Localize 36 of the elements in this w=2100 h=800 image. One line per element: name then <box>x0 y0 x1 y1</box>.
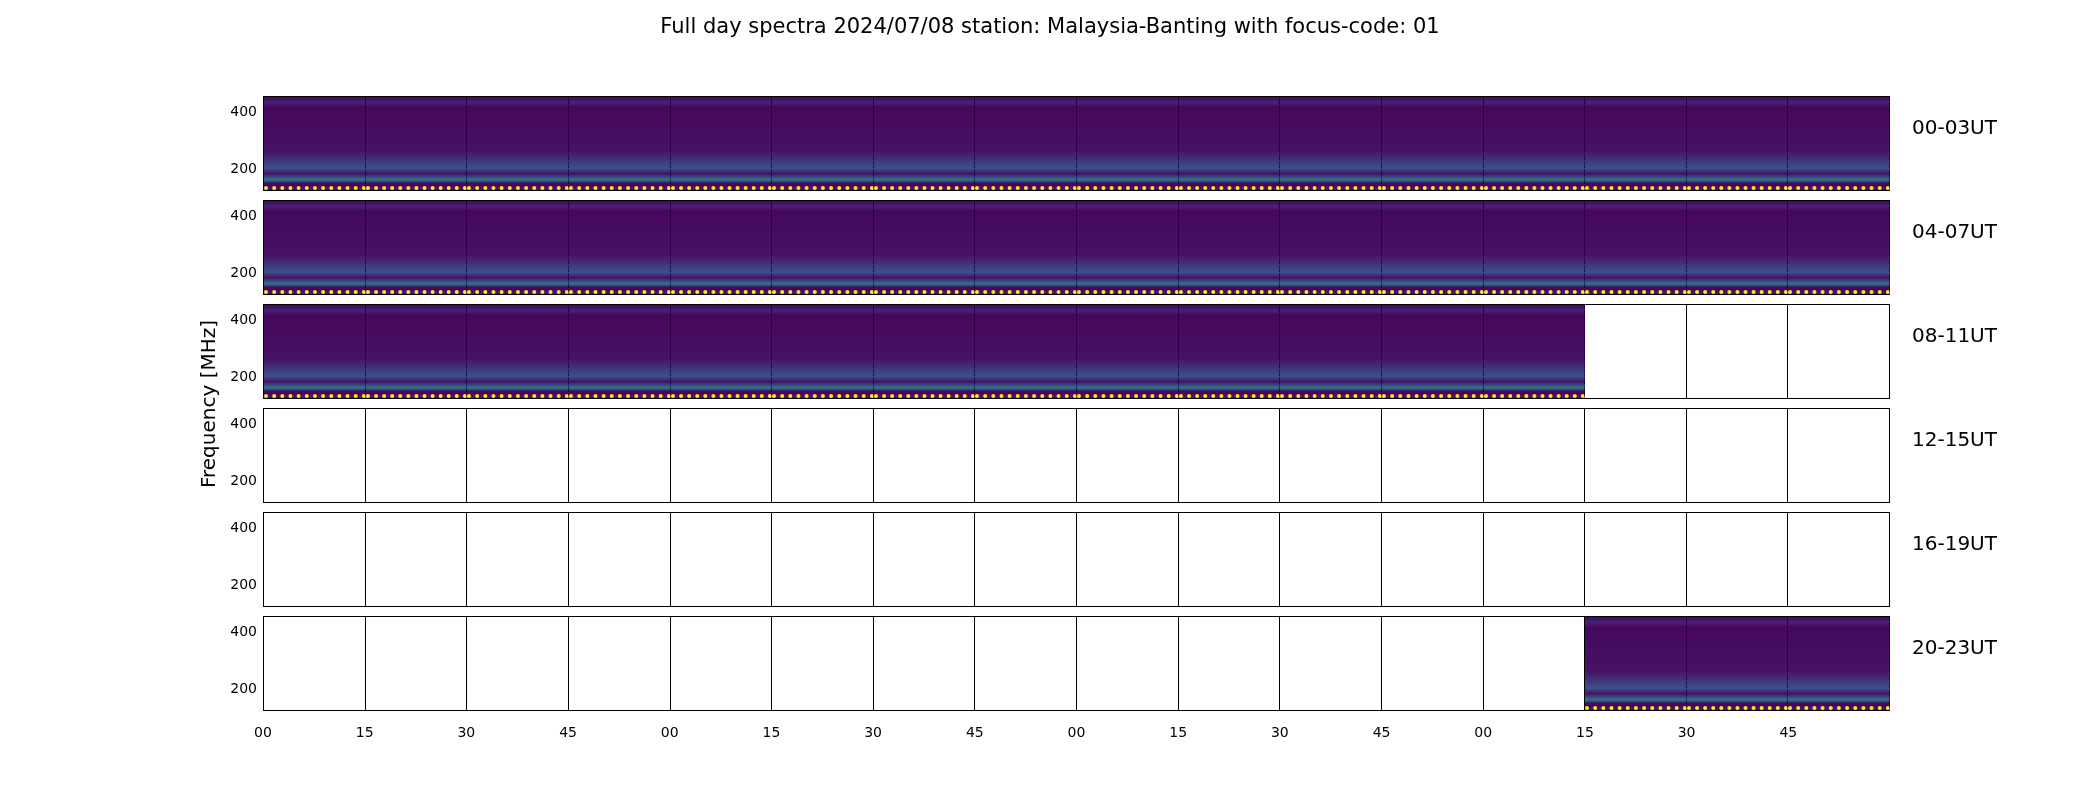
x-tick-label: 15 <box>1169 723 1188 741</box>
y-tick-label: 400 <box>230 310 257 328</box>
x-tick-label: 30 <box>1677 723 1696 741</box>
x-tick-label: 45 <box>559 723 577 741</box>
y-tick-label: 200 <box>230 159 257 177</box>
row-label: 04-07UT <box>1912 219 1997 243</box>
y-tick-label: 200 <box>230 679 257 697</box>
row-label: 16-19UT <box>1912 531 1997 555</box>
y-axis-label: Frequency [MHz] <box>196 319 220 488</box>
y-tick-label: 400 <box>230 102 257 120</box>
x-tick-label: 15 <box>762 723 781 741</box>
y-tick-label: 400 <box>230 518 257 536</box>
x-tick-label: 30 <box>864 723 883 741</box>
x-tick-label: 30 <box>457 723 476 741</box>
y-tick-label: 400 <box>230 206 257 224</box>
x-tick-label: 00 <box>1474 723 1493 741</box>
chart-title: Full day spectra 2024/07/08 station: Malaysia-Banting with focus-code: 01 <box>660 13 1440 40</box>
y-tick-label: 200 <box>230 471 257 489</box>
row-label: 08-11UT <box>1912 323 1997 347</box>
x-tick-label: 00 <box>660 723 679 741</box>
row-label: 12-15UT <box>1912 427 1997 451</box>
x-tick-label: 00 <box>254 723 272 741</box>
x-tick-label: 00 <box>1067 723 1086 741</box>
y-tick-label: 400 <box>230 414 257 432</box>
row-label: 00-03UT <box>1912 115 1997 139</box>
x-tick-label: 15 <box>355 723 374 741</box>
y-tick-label: 200 <box>230 263 257 281</box>
x-tick-label: 45 <box>965 723 984 741</box>
y-tick-label: 400 <box>230 622 257 640</box>
y-tick-label: 200 <box>230 575 257 593</box>
x-tick-label: 45 <box>1779 723 1798 741</box>
y-tick-label: 200 <box>230 367 257 385</box>
x-tick-label: 30 <box>1270 723 1289 741</box>
x-tick-label: 15 <box>1576 723 1594 741</box>
row-label: 20-23UT <box>1912 635 1997 659</box>
x-tick-label: 45 <box>1372 723 1391 741</box>
